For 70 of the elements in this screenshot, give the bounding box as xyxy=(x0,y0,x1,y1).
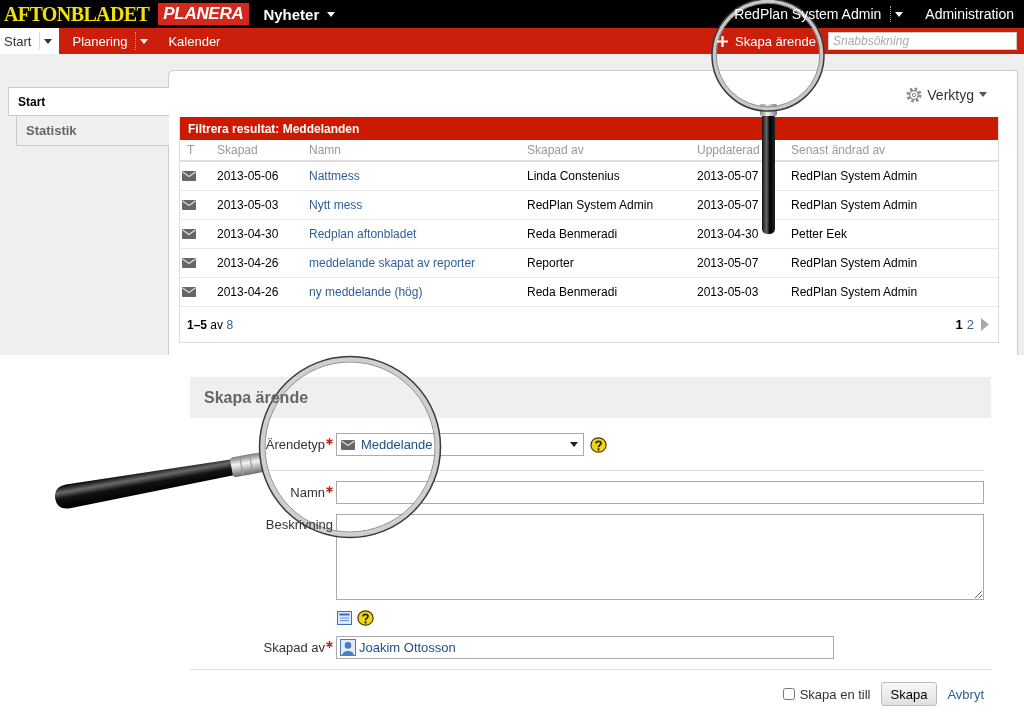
tools-button[interactable]: Verktyg xyxy=(906,86,987,103)
caret-icon xyxy=(327,11,336,17)
help-icon xyxy=(357,610,374,626)
nav-tab[interactable]: Kalender xyxy=(155,28,228,54)
section-menu[interactable]: Nyheter xyxy=(263,5,336,23)
table-cell: Petter Eek xyxy=(791,227,848,241)
next-arrow-icon xyxy=(981,318,989,331)
table-cell: 2013-05-07 xyxy=(697,198,759,212)
administration-link[interactable]: Administration xyxy=(925,6,1014,22)
envelope-icon xyxy=(182,171,196,181)
caret-icon xyxy=(895,11,904,17)
field-label: Ärendetyp xyxy=(265,437,325,452)
create-button[interactable]: Skapa ärende xyxy=(717,28,816,54)
caret-icon xyxy=(570,442,578,447)
cancel-link[interactable]: Avbryt xyxy=(947,686,984,702)
field-label: Skapad av xyxy=(263,640,325,655)
person-icon xyxy=(340,639,356,656)
product-badge: PLANERA xyxy=(158,3,250,25)
envelope-icon xyxy=(341,439,355,450)
logo-text: AFTONBLADET xyxy=(4,3,150,25)
table-cell: 2013-05-03 xyxy=(217,198,279,212)
checkbox-label: Skapa en till xyxy=(799,686,871,702)
table-cell: 2013-05-06 xyxy=(217,169,279,183)
message-link[interactable]: Nytt mess xyxy=(309,198,363,212)
table-cell: 2013-04-26 xyxy=(217,285,279,299)
type-select[interactable]: Meddelande xyxy=(336,433,584,456)
table-cell: RedPlan System Admin xyxy=(791,285,918,299)
sidebar-item[interactable]: Statistik xyxy=(16,116,169,146)
table-cell: 2013-04-26 xyxy=(217,256,279,270)
result-summary: 1–5 av 8 xyxy=(187,317,234,332)
search-field[interactable]: Snabbsökning xyxy=(828,32,1017,50)
envelope-icon xyxy=(182,258,196,268)
message-link[interactable]: Redplan aftonbladet xyxy=(309,227,417,241)
message-link[interactable]: Nattmess xyxy=(309,169,360,183)
table-cell: 2013-04-30 xyxy=(217,227,279,241)
field-label: Namn xyxy=(290,485,325,500)
creator-field[interactable]: Joakim Ottosson xyxy=(336,636,834,659)
table-cell: 2013-05-07 xyxy=(697,169,759,183)
settings-icon xyxy=(906,86,923,103)
help-icon xyxy=(590,436,607,453)
envelope-icon xyxy=(182,229,196,239)
create-another-checkbox[interactable] xyxy=(782,688,795,700)
message-link[interactable]: ny meddelande (hög) xyxy=(309,285,423,299)
plus-icon xyxy=(717,35,729,47)
sidebar-item[interactable]: Start xyxy=(8,87,169,116)
description-field[interactable] xyxy=(336,514,984,600)
caret-icon xyxy=(979,92,987,97)
name-field[interactable] xyxy=(336,481,984,504)
table-cell: 2013-04-30 xyxy=(697,227,759,241)
page-link[interactable]: 2 xyxy=(966,317,974,332)
nav-tab[interactable]: Start xyxy=(0,28,60,54)
message-link[interactable]: meddelande skapat av reporter xyxy=(309,256,476,270)
table-cell: 2013-05-03 xyxy=(697,285,759,299)
table-cell: Reporter xyxy=(527,256,574,270)
nav-tab[interactable]: Planering xyxy=(59,28,156,54)
table-cell: RedPlan System Admin xyxy=(527,198,654,212)
total-link[interactable]: 8 xyxy=(226,317,234,332)
envelope-icon xyxy=(182,200,196,210)
table-cell: Linda Constenius xyxy=(527,169,620,183)
page-link[interactable]: 1 xyxy=(955,317,963,332)
table-cell: Reda Benmeradi xyxy=(527,285,618,299)
table-cell: RedPlan System Admin xyxy=(791,198,918,212)
table-cell: RedPlan System Admin xyxy=(791,169,918,183)
table-cell: RedPlan System Admin xyxy=(791,256,918,270)
envelope-icon xyxy=(182,287,196,297)
table-cell: Reda Benmeradi xyxy=(527,227,618,241)
filter-title: Filtrera resultat: Meddelanden xyxy=(180,117,998,140)
submit-button[interactable]: Skapa xyxy=(880,682,938,706)
table-cell: 2013-05-07 xyxy=(697,256,759,270)
list-icon xyxy=(337,611,352,625)
